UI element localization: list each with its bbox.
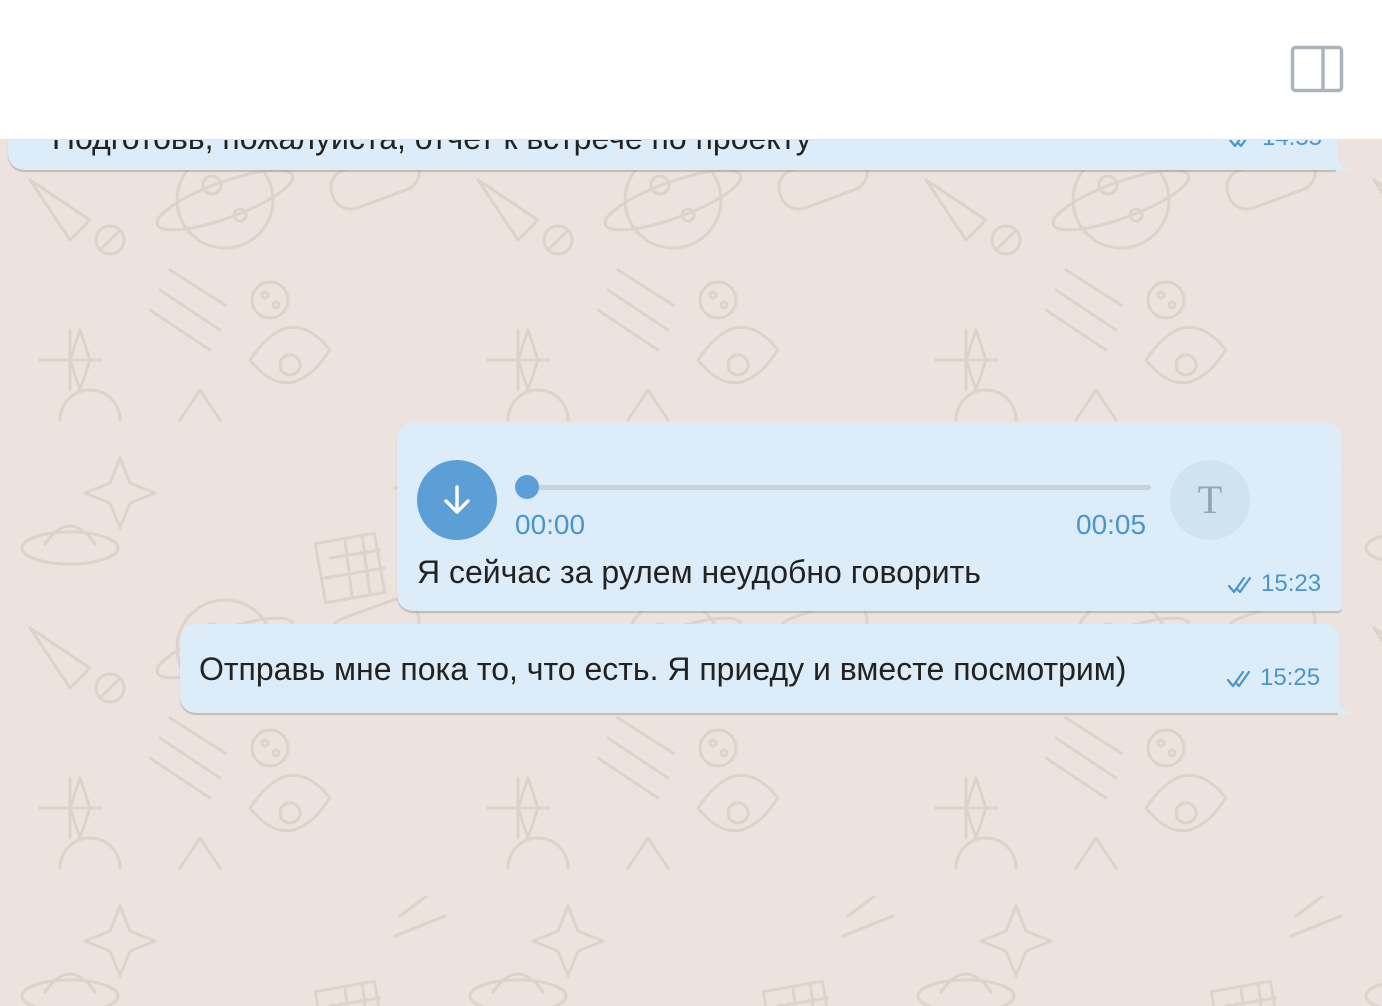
message-meta: 15:25: [1226, 664, 1320, 692]
chat-header: [0, 0, 1382, 140]
message-text: Отправь мне пока то, что есть. Я приеду …: [199, 651, 1127, 687]
voice-duration: 00:05: [1076, 509, 1147, 540]
voice-progress-track[interactable]: [515, 485, 1151, 490]
transcribe-button[interactable]: T: [1170, 460, 1250, 540]
voice-progress-handle[interactable]: [515, 475, 539, 499]
text-message-bubble[interactable]: Отправь мне пока то, что есть. Я приеду …: [180, 624, 1354, 714]
voice-message-bubble[interactable]: 00:00 00:05 T Я сейчас за рулем неудобно…: [397, 423, 1342, 611]
message-time: 15:25: [1260, 664, 1321, 691]
double-check-icon: [1227, 576, 1252, 593]
double-check-icon: [1226, 670, 1251, 687]
sidebar-toggle-icon: [1290, 45, 1344, 93]
voice-transcription-text: Я сейчас за рулем неудобно говорить: [417, 554, 981, 590]
download-voice-button[interactable]: [417, 460, 497, 540]
bubble-tail: [1338, 698, 1354, 714]
message-time: 15:23: [1261, 570, 1322, 597]
sidebar-toggle-button[interactable]: [1290, 45, 1344, 93]
bubble-tail: [1336, 155, 1352, 171]
message-meta: 15:23: [1227, 570, 1321, 598]
voice-current-time: 00:00: [515, 509, 586, 540]
download-arrow-icon: [444, 485, 470, 514]
